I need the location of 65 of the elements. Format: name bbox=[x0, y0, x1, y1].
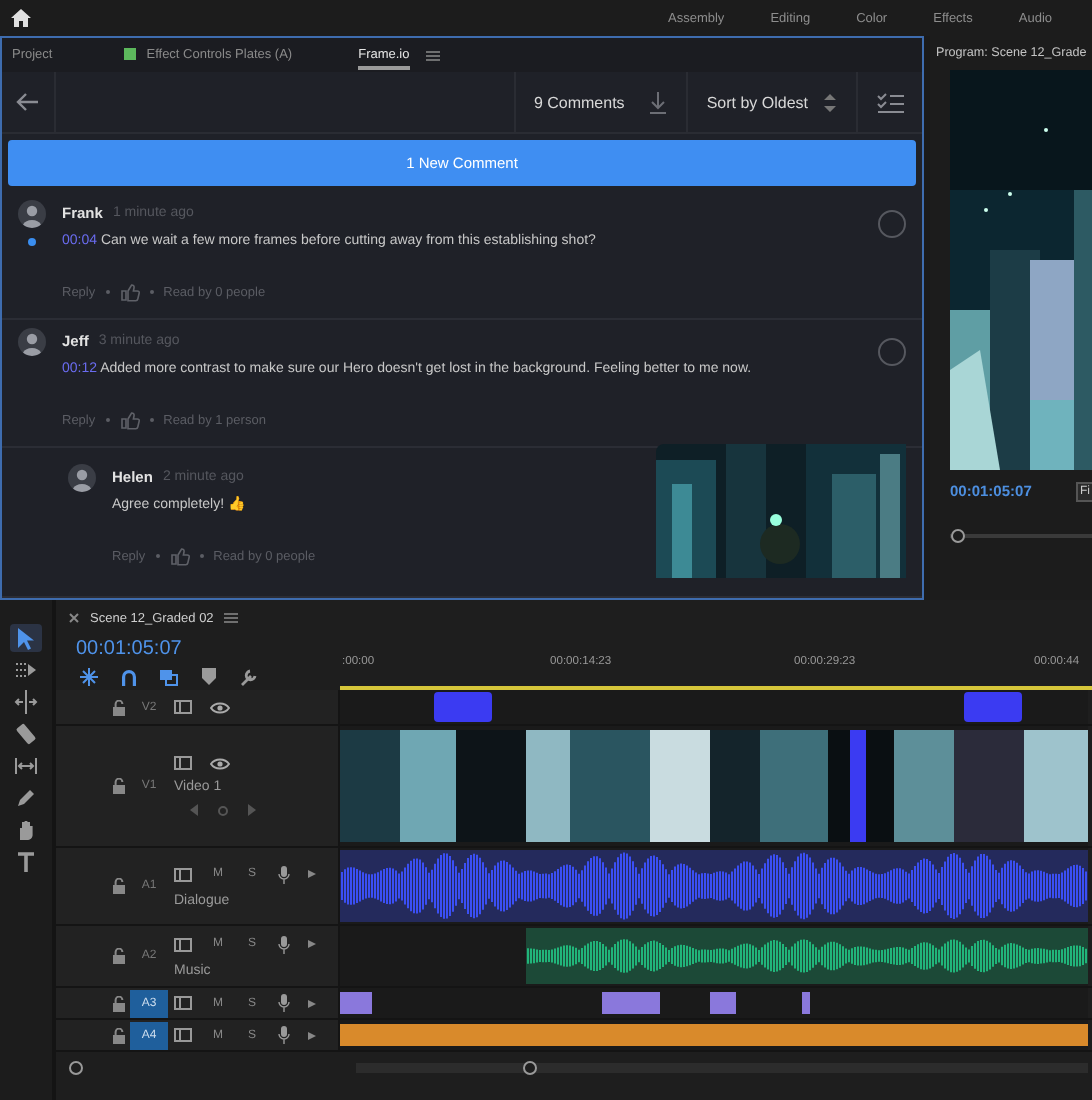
microphone-icon[interactable] bbox=[278, 994, 290, 1012]
caret-icon[interactable] bbox=[308, 940, 316, 948]
lock-icon[interactable] bbox=[112, 778, 126, 794]
film-icon[interactable] bbox=[174, 756, 192, 770]
lock-icon[interactable] bbox=[112, 878, 126, 894]
lock-icon[interactable] bbox=[112, 1027, 126, 1043]
lock-icon[interactable] bbox=[112, 995, 126, 1011]
separator-dot bbox=[105, 418, 110, 422]
audio-clip[interactable] bbox=[340, 992, 372, 1014]
separator-dot bbox=[149, 290, 154, 294]
lock-icon[interactable] bbox=[112, 699, 126, 715]
microphone-icon[interactable] bbox=[278, 1026, 290, 1044]
back-arrow-icon[interactable] bbox=[16, 92, 40, 112]
separator-dot bbox=[105, 290, 110, 294]
thumbs-up-icon[interactable] bbox=[169, 547, 190, 565]
video-clip[interactable] bbox=[434, 692, 492, 722]
caret-icon[interactable] bbox=[308, 1031, 316, 1039]
microphone-icon[interactable] bbox=[278, 935, 290, 953]
film-icon[interactable] bbox=[174, 937, 192, 951]
film-icon[interactable] bbox=[174, 1028, 192, 1042]
separator-dot bbox=[149, 418, 154, 422]
separator-dot bbox=[155, 554, 160, 558]
caret-icon[interactable] bbox=[308, 999, 316, 1007]
sort-arrows-icon[interactable] bbox=[822, 91, 838, 113]
caret-icon[interactable] bbox=[308, 870, 316, 878]
avatar-icon bbox=[68, 464, 96, 492]
home-icon[interactable] bbox=[10, 8, 32, 28]
audio-clip[interactable] bbox=[602, 992, 660, 1014]
menu-icon[interactable] bbox=[223, 612, 238, 624]
resolve-checkbox[interactable] bbox=[878, 338, 906, 366]
audio-clip[interactable] bbox=[340, 1024, 1088, 1046]
magnet-icon[interactable] bbox=[120, 668, 138, 686]
audio-clip[interactable] bbox=[526, 928, 1088, 984]
playhead-scrubber[interactable] bbox=[950, 528, 1092, 544]
wrench-icon[interactable] bbox=[240, 668, 258, 686]
separator-dot bbox=[199, 554, 204, 558]
timecode: 00:01:05:07 bbox=[74, 636, 184, 664]
eye-icon[interactable] bbox=[210, 757, 230, 769]
film-icon[interactable] bbox=[174, 700, 192, 714]
microphone-icon[interactable] bbox=[278, 865, 290, 883]
slip-tool-icon[interactable] bbox=[10, 752, 42, 780]
sort-dropdown[interactable]: Sort by Oldest bbox=[706, 93, 808, 111]
linked-icon[interactable] bbox=[160, 668, 178, 686]
checklist-icon[interactable] bbox=[876, 91, 904, 113]
snap-icon[interactable] bbox=[80, 668, 98, 686]
film-icon[interactable] bbox=[174, 867, 192, 881]
audio-clip[interactable] bbox=[802, 992, 810, 1014]
avatar-icon bbox=[18, 328, 46, 356]
audio-clip[interactable] bbox=[710, 992, 736, 1014]
thumbs-up-icon[interactable] bbox=[119, 411, 140, 429]
film-icon[interactable] bbox=[174, 996, 192, 1010]
selection-tool-icon[interactable] bbox=[10, 624, 42, 652]
audio-clip[interactable] bbox=[340, 850, 1088, 922]
marker-icon[interactable] bbox=[200, 668, 218, 686]
video-clip[interactable] bbox=[964, 692, 1022, 722]
thumbs-up-icon[interactable] bbox=[119, 283, 140, 301]
avatar-icon bbox=[18, 200, 46, 228]
resolve-checkbox[interactable] bbox=[878, 210, 906, 238]
eye-icon[interactable] bbox=[210, 701, 230, 713]
comment-count: 9 Comments bbox=[533, 93, 625, 111]
close-icon[interactable] bbox=[68, 612, 80, 624]
ripple-tool-icon[interactable] bbox=[10, 688, 42, 716]
download-icon[interactable] bbox=[648, 91, 669, 113]
menu-icon[interactable] bbox=[425, 49, 440, 61]
lock-icon[interactable] bbox=[112, 948, 126, 964]
